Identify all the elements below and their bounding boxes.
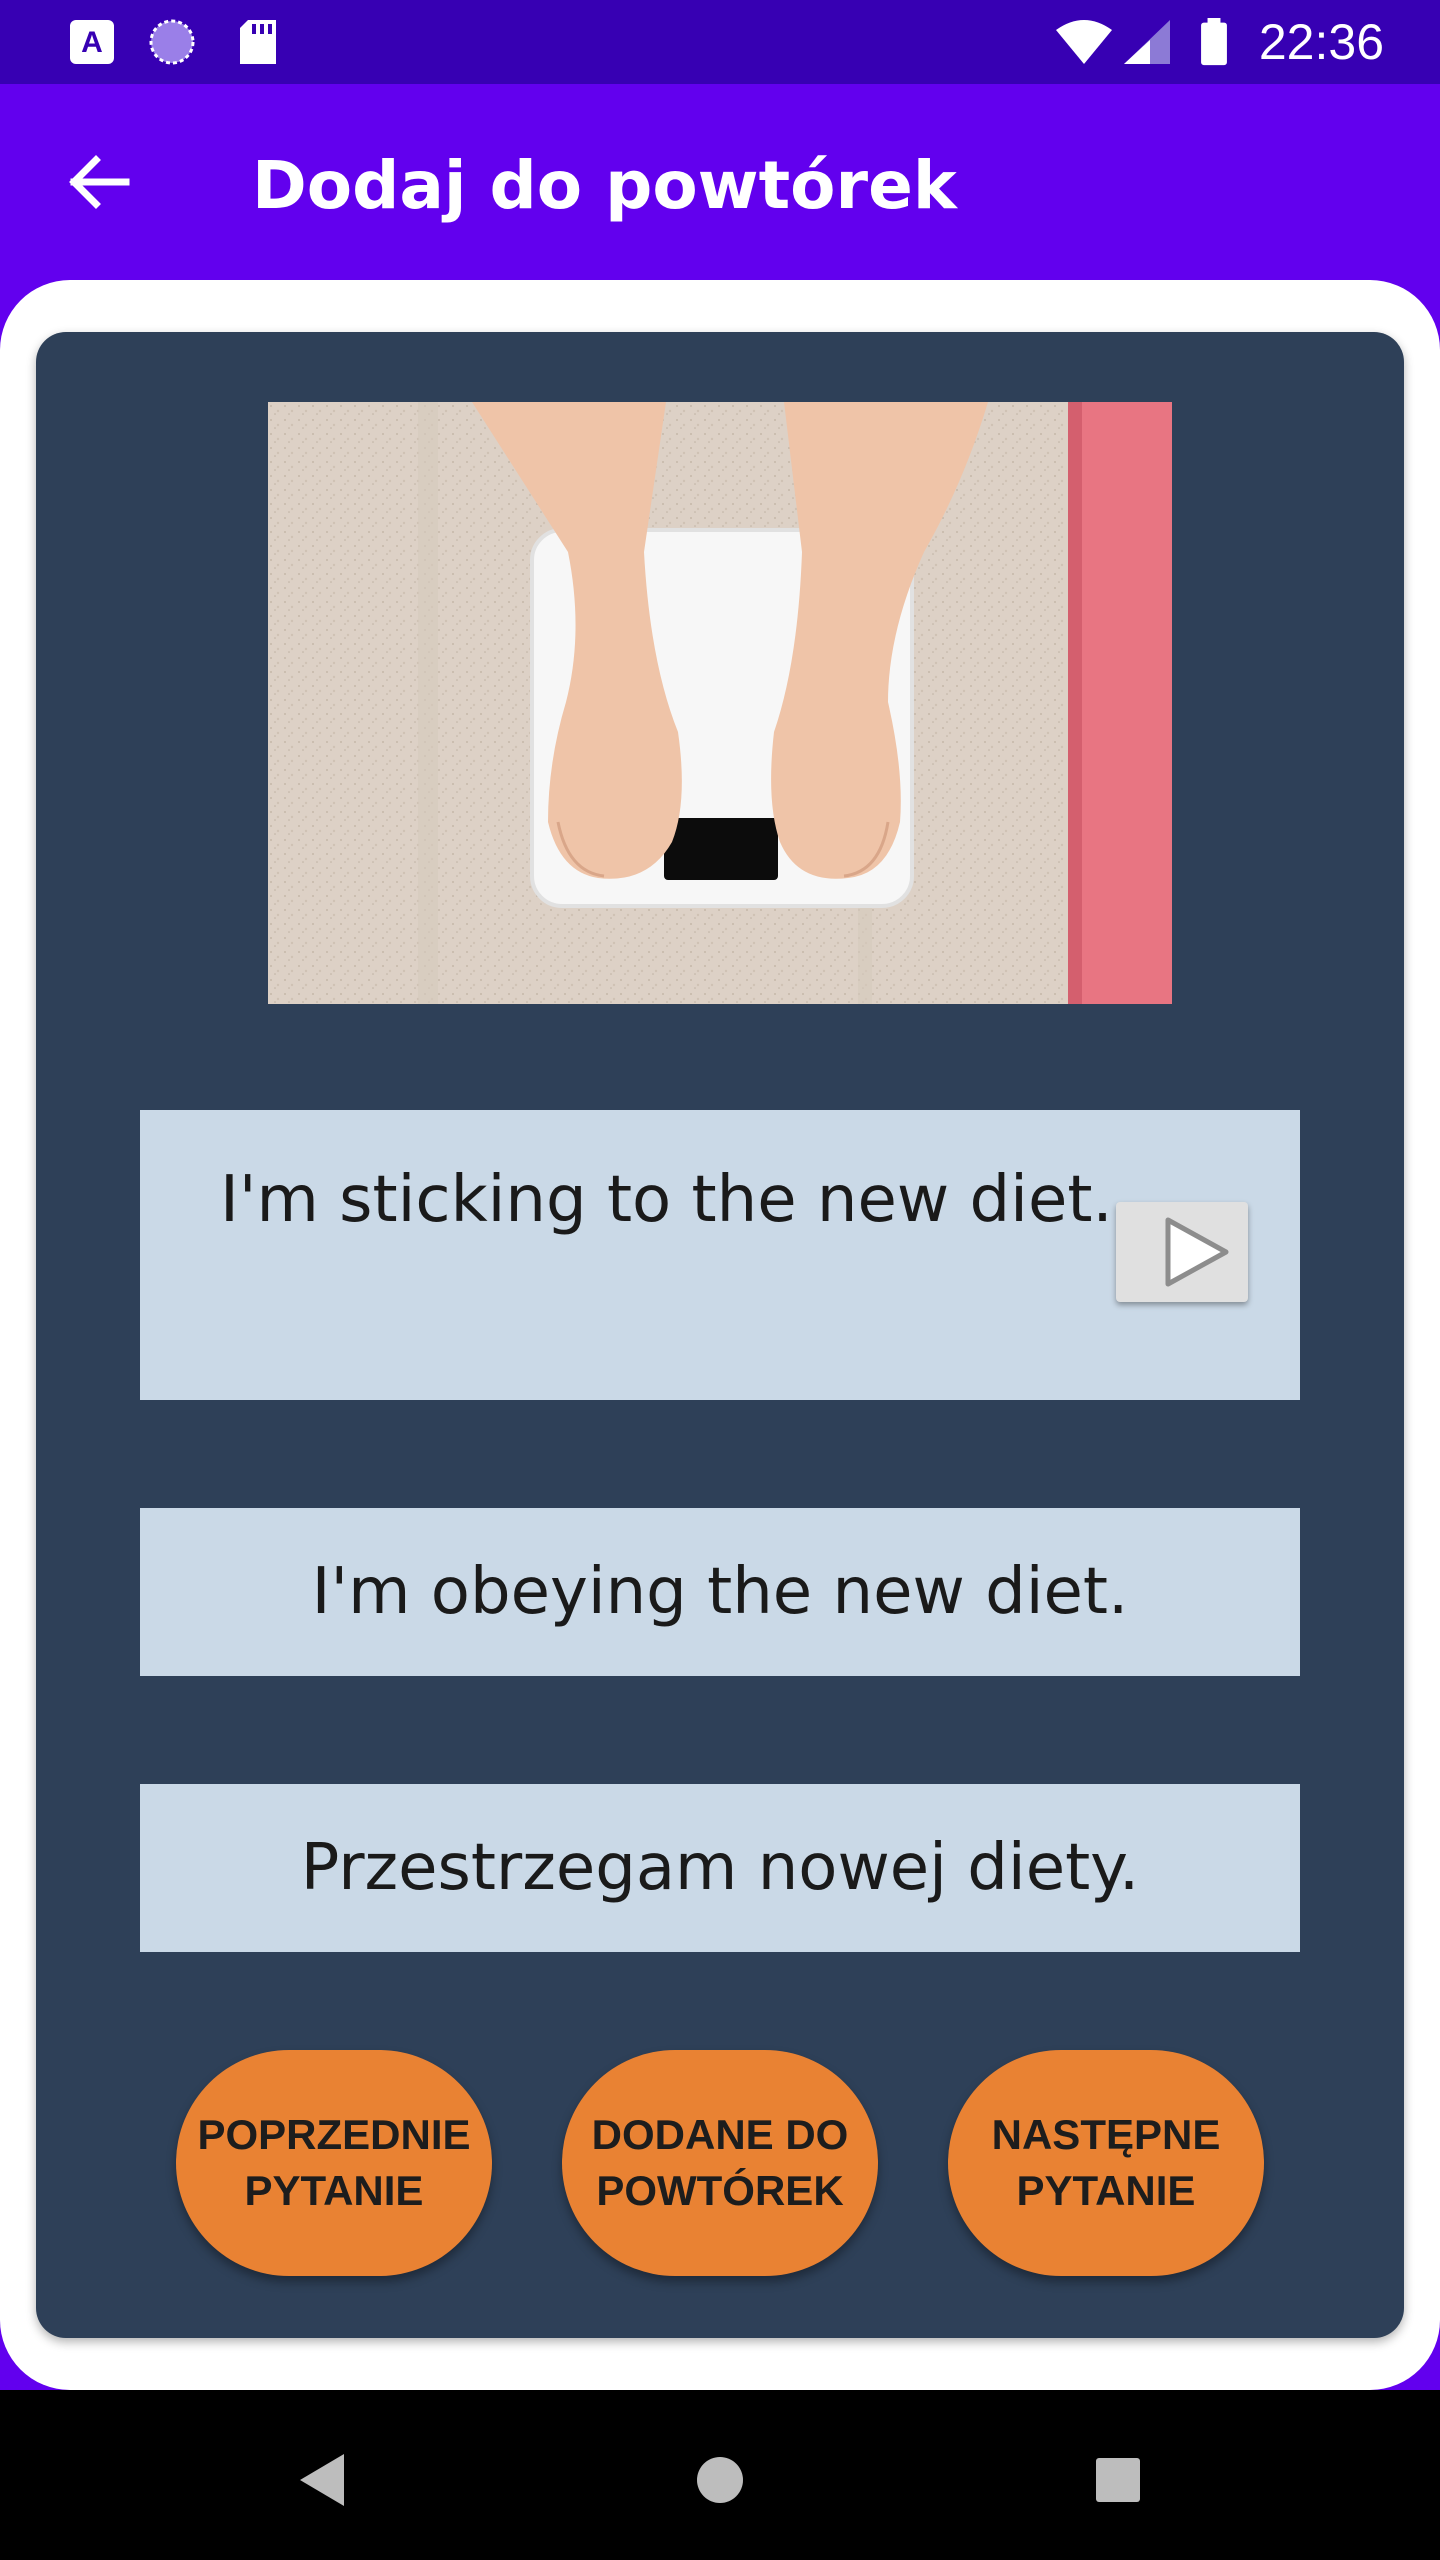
polish-sentence-box: Przestrzegam nowej diety. <box>140 1784 1300 1952</box>
nav-recents-icon[interactable] <box>1078 2440 1158 2520</box>
navigation-bar <box>0 2390 1440 2560</box>
alternative-sentence: I'm obeying the new diet. <box>311 1555 1129 1629</box>
a-keyboard-icon: A <box>70 20 114 64</box>
svg-text:A: A <box>81 26 103 59</box>
loading-circle-icon <box>149 19 195 65</box>
next-question-button[interactable]: NASTĘPNE PYTANIE <box>948 2050 1264 2276</box>
alternative-sentence-box: I'm obeying the new diet. <box>140 1508 1300 1676</box>
previous-question-button[interactable]: POPRZEDNIE PYTANIE <box>176 2050 492 2276</box>
signal-icon <box>1124 20 1170 64</box>
battery-icon <box>1201 18 1227 66</box>
polish-sentence: Przestrzegam nowej diety. <box>300 1831 1140 1905</box>
next-question-label: NASTĘPNE PYTANIE <box>991 2111 1221 2214</box>
question-image <box>268 402 1172 1004</box>
status-bar: A 22:36 <box>0 0 1440 84</box>
status-time: 22:36 <box>1258 14 1384 70</box>
previous-question-label: POPRZEDNIE PYTANIE <box>197 2111 471 2214</box>
nav-back-icon[interactable] <box>282 2440 362 2520</box>
page-title: Dodaj do powtórek <box>252 147 957 224</box>
english-sentence-box: I'm sticking to the new diet. <box>140 1110 1300 1400</box>
play-button[interactable] <box>1116 1202 1248 1302</box>
arrow-left-icon[interactable] <box>60 144 136 220</box>
sd-card-icon <box>240 20 276 64</box>
app-bar: Dodaj do powtórek <box>0 84 1440 280</box>
added-to-review-label: DODANE DO POWTÓREK <box>591 2111 849 2214</box>
wifi-icon <box>1056 20 1112 64</box>
added-to-review-button[interactable]: DODANE DO POWTÓREK <box>562 2050 878 2276</box>
play-icon <box>1165 1217 1229 1287</box>
nav-home-icon[interactable] <box>680 2440 760 2520</box>
english-sentence: I'm sticking to the new diet. <box>220 1163 1113 1237</box>
